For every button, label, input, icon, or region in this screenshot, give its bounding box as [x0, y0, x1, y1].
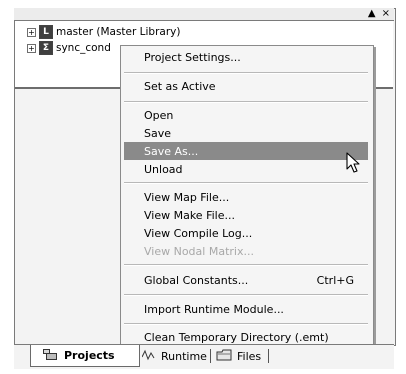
menu-separator — [124, 101, 368, 103]
expand-icon[interactable]: + — [27, 27, 36, 37]
menu-item-label: Global Constants... — [144, 273, 249, 287]
files-icon — [216, 349, 232, 364]
menu-item-shortcut: Ctrl+G — [316, 273, 354, 287]
menu-item-save-as[interactable]: Save As... — [124, 142, 368, 160]
menu-item-label: Import Runtime Module... — [144, 302, 284, 316]
projects-icon — [43, 348, 59, 363]
menu-item-label: Project Settings... — [144, 50, 241, 64]
context-menu: Project Settings... Set as Active Open S… — [120, 45, 374, 348]
panel-controls: ▲ × — [368, 8, 390, 20]
tab-label: Files — [237, 349, 262, 363]
menu-item-label: View Nodal Matrix... — [144, 244, 254, 258]
tree-item-label: master (Master Library) — [56, 26, 181, 38]
menu-item-label: Set as Active — [144, 79, 216, 93]
menu-item-unload[interactable]: Unload — [124, 160, 368, 178]
tab-files[interactable]: Files — [216, 345, 261, 367]
menu-separator — [124, 72, 368, 74]
menu-item-set-as-active[interactable]: Set as Active — [124, 77, 368, 95]
tab-label: Runtime — [161, 349, 207, 363]
panel-header — [14, 8, 394, 21]
menu-item-view-make-file[interactable]: View Make File... — [124, 206, 368, 224]
menu-item-global-constants[interactable]: Global Constants... Ctrl+G — [124, 271, 368, 289]
bottom-tab-bar: Projects Runtime Files — [14, 344, 394, 369]
tab-runtime[interactable]: Runtime — [141, 345, 207, 367]
menu-item-label: View Make File... — [144, 208, 235, 222]
menu-item-label: Clean Temporary Directory (.emt) — [144, 330, 329, 344]
runtime-icon — [141, 349, 156, 364]
mouse-cursor-icon — [346, 152, 360, 173]
menu-item-label: Save — [144, 126, 172, 140]
library-icon: L — [39, 25, 53, 39]
menu-item-label: View Compile Log... — [144, 226, 253, 240]
tab-divider — [210, 349, 211, 363]
menu-item-open[interactable]: Open — [124, 106, 368, 124]
menu-item-import-runtime-module[interactable]: Import Runtime Module... — [124, 300, 368, 318]
menu-item-label: Save As... — [144, 144, 199, 158]
menu-item-label: View Map File... — [144, 190, 230, 204]
menu-separator — [124, 294, 368, 296]
tab-label: Projects — [64, 349, 115, 362]
tree-item-sync-cond[interactable]: + Σ sync_cond — [27, 40, 111, 56]
expand-icon[interactable]: + — [27, 43, 36, 53]
menu-item-label: Unload — [144, 162, 183, 176]
project-icon: Σ — [39, 41, 53, 55]
menu-separator — [124, 323, 368, 325]
menu-item-label: Open — [144, 108, 174, 122]
menu-item-view-compile-log[interactable]: View Compile Log... — [124, 224, 368, 242]
tree-item-master[interactable]: + L master (Master Library) — [27, 24, 180, 40]
tab-divider — [268, 349, 269, 363]
menu-item-view-map-file[interactable]: View Map File... — [124, 188, 368, 206]
menu-separator — [124, 264, 368, 266]
menu-separator — [124, 182, 368, 184]
menu-item-view-nodal-matrix: View Nodal Matrix... — [124, 242, 368, 260]
menu-item-project-settings[interactable]: Project Settings... — [124, 48, 368, 66]
close-icon[interactable]: × — [382, 8, 390, 20]
menu-item-save[interactable]: Save — [124, 124, 368, 142]
tab-projects[interactable]: Projects — [30, 345, 140, 367]
tree-item-label: sync_cond — [56, 42, 111, 54]
pin-icon[interactable]: ▲ — [368, 8, 376, 20]
